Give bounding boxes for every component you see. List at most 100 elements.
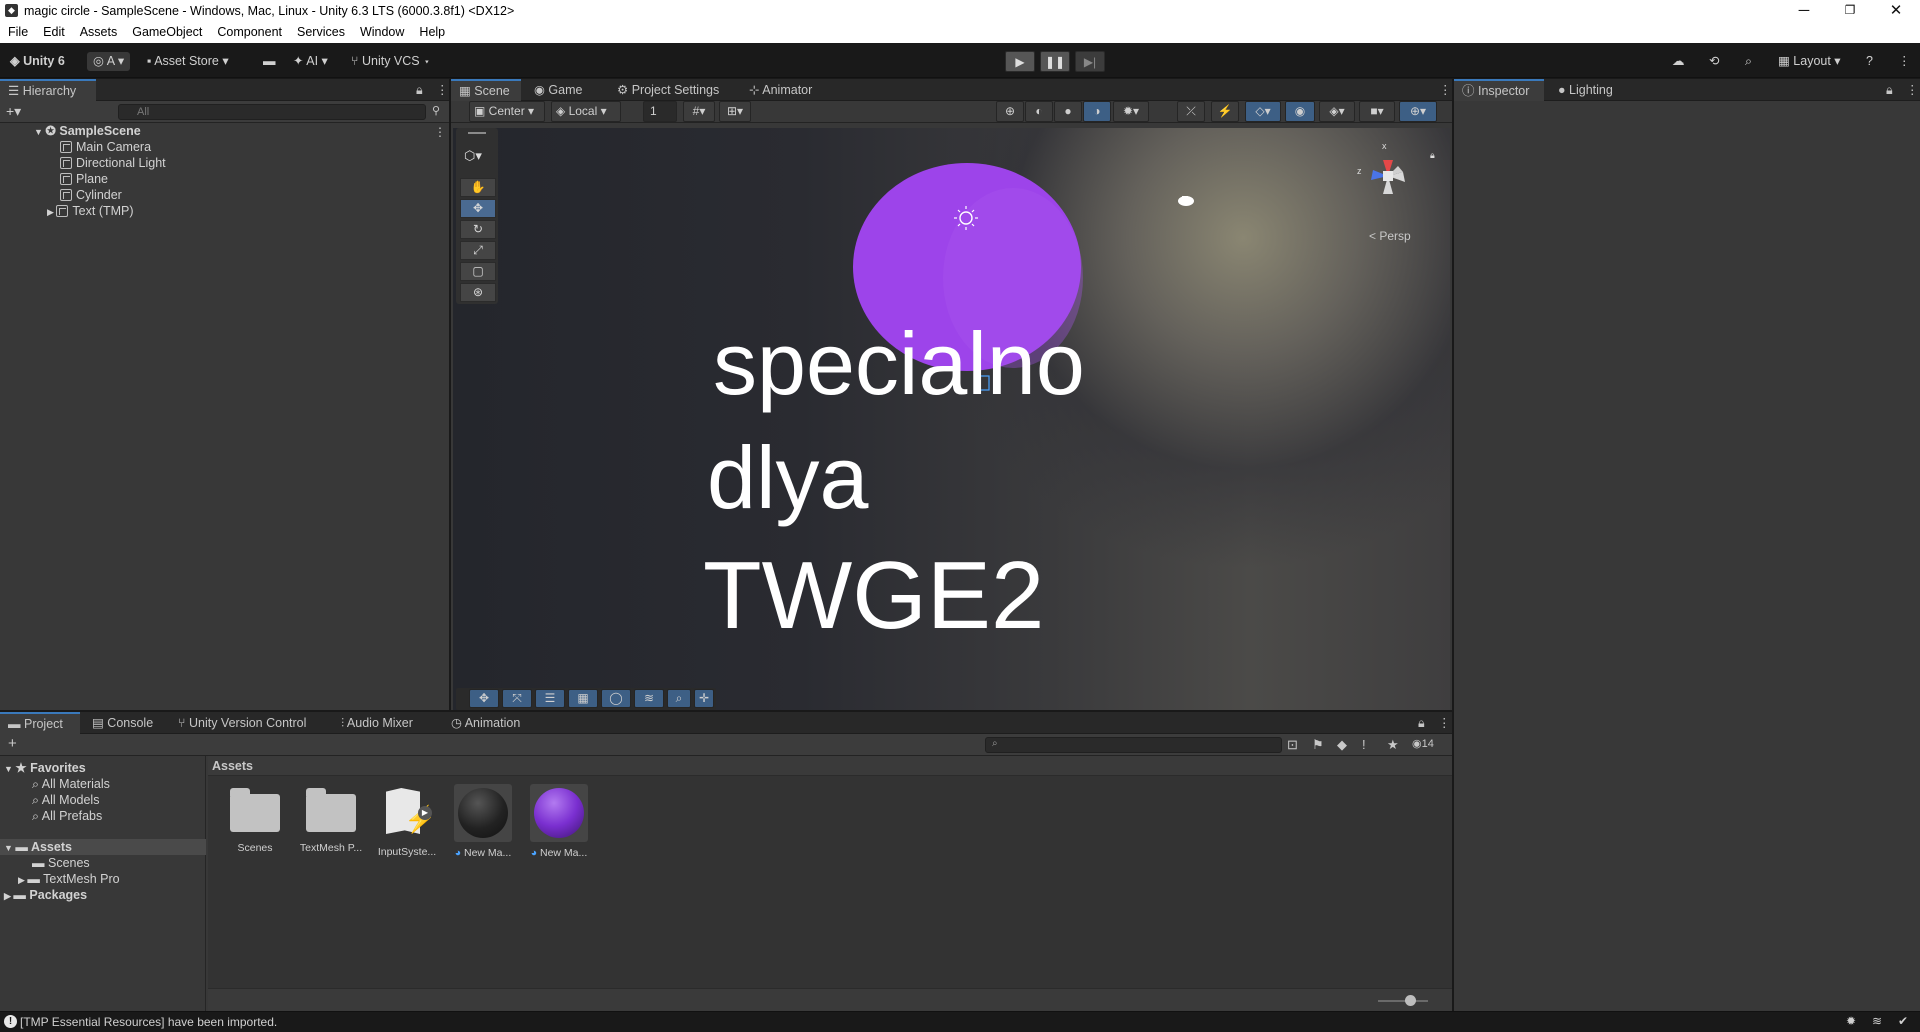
project-search-input[interactable] (985, 737, 1282, 753)
effects-icon[interactable]: ◇▾ (1245, 101, 1281, 122)
overlay-move-icon[interactable]: ✥ (469, 689, 499, 708)
debug-draw-icon[interactable]: ✹▾ (1113, 101, 1149, 122)
check-icon[interactable]: ✔ (1898, 1014, 1908, 1028)
packages-row[interactable]: ▶ ▬ Packages (4, 887, 87, 903)
overlay-pivot-icon[interactable]: ✛ (694, 689, 714, 708)
gizmos-icon[interactable]: ⊕▾ (1399, 101, 1437, 122)
play-button[interactable]: ▶ (1005, 51, 1035, 72)
menu-edit[interactable]: Edit (43, 23, 71, 43)
scene-options-icon[interactable]: ⋮ (434, 125, 446, 139)
shading-solid-icon[interactable]: ● (1054, 101, 1082, 122)
favorite-item[interactable]: ⌕ All Materials (32, 776, 110, 792)
tab-lighting[interactable]: ● Lighting (1550, 79, 1621, 101)
tab-version-control[interactable]: ⑂ Unity Version Control (170, 712, 314, 734)
status-message[interactable]: [TMP Essential Resources] have been impo… (20, 1015, 277, 1029)
filter-type-icon[interactable]: ⚑ (1312, 737, 1324, 753)
overlay-orbit-icon[interactable]: ◯ (601, 689, 631, 708)
transform-tool-icon[interactable]: ⊛ (460, 283, 496, 302)
menu-window[interactable]: Window (360, 23, 410, 43)
overlay-layers-icon[interactable]: ≋ (634, 689, 664, 708)
debug-icon[interactable]: ✹ (1846, 1014, 1856, 1028)
tab-hierarchy[interactable]: ☰ Hierarchy (0, 79, 96, 101)
pivot-mode-dropdown[interactable]: ▣ Center ▾ (469, 101, 545, 122)
hierarchy-item[interactable]: Plane (60, 171, 108, 187)
ai-button[interactable]: ✦ AI ▾ (293, 52, 328, 71)
tab-project-settings[interactable]: ⚙ Project Settings (609, 79, 727, 101)
2d-toggle-icon[interactable]: ⤫ (1177, 101, 1205, 122)
gizmo-lock-icon[interactable]: 🔒︎ (1430, 150, 1435, 161)
cloud-icon[interactable]: ☁ (1672, 52, 1685, 71)
asset-item[interactable]: Scenes (222, 784, 288, 854)
overlay-grid-icon[interactable]: ▦ (568, 689, 598, 708)
hierarchy-search-input[interactable]: All (118, 104, 426, 120)
package-icon[interactable]: ▬ (263, 52, 276, 71)
tab-audio-mixer[interactable]: ⫶ Audio Mixer (333, 712, 421, 734)
grid-snap-icon[interactable]: #▾ (683, 101, 715, 122)
menu-component[interactable]: Component (217, 23, 288, 43)
orientation-icon[interactable]: ⊕ (996, 101, 1024, 122)
rect-tool-icon[interactable]: ▢ (460, 262, 496, 281)
tab-game[interactable]: ◉ Game (526, 79, 590, 101)
grid-size-input[interactable]: 1 (643, 101, 677, 122)
more-icon[interactable]: ⋮ (1430, 712, 1459, 734)
menu-services[interactable]: Services (297, 23, 351, 43)
help-icon[interactable]: ? (1866, 52, 1873, 71)
snap-increment-icon[interactable]: ⊞▾ (719, 101, 751, 122)
vcs-button[interactable]: ⑂ Unity VCS ▾ (351, 52, 431, 71)
tab-animator[interactable]: ⊹ Animator (741, 79, 820, 101)
zoom-slider-handle[interactable] (1405, 995, 1416, 1006)
asset-store-button[interactable]: ▪ Asset Store ▾ (147, 52, 229, 71)
asset-item[interactable]: ◕ New Ma... (526, 784, 592, 859)
add-button[interactable]: +▾ (6, 103, 21, 120)
asset-item[interactable]: TextMesh P... (298, 784, 364, 854)
assets-row[interactable]: ▼ ▬ Assets (0, 839, 206, 855)
account-button[interactable]: ◎ A ▾ (87, 52, 131, 71)
visibility-icon[interactable]: ◉ (1285, 101, 1315, 122)
favorite-item[interactable]: ⌕ All Prefabs (32, 808, 102, 824)
rotate-tool-icon[interactable]: ↻ (460, 220, 496, 239)
orientation-gizmo[interactable]: x z (1353, 140, 1423, 210)
close-button[interactable]: ✕ (1873, 0, 1919, 23)
scene-row[interactable]: ▼ ✪ SampleScene (34, 123, 141, 139)
shading-shaded-icon[interactable]: ◑ (1083, 101, 1111, 122)
folder-item[interactable]: ▬ Scenes (32, 855, 90, 871)
view-cube-icon[interactable]: ⬡▾ (464, 148, 482, 164)
hierarchy-item[interactable]: Main Camera (60, 139, 151, 155)
menu-gameobject[interactable]: GameObject (132, 23, 208, 43)
layers-icon[interactable]: ◈▾ (1319, 101, 1355, 122)
label-icon[interactable]: ◆ (1337, 737, 1347, 753)
tab-scene[interactable]: ▦ Scene (451, 79, 521, 101)
more-icon[interactable]: ⋮ (1898, 52, 1911, 71)
space-mode-dropdown[interactable]: ◈ Local ▾ (551, 101, 621, 122)
favorite-item[interactable]: ⌕ All Models (32, 792, 99, 808)
scene-viewport[interactable]: specialno dlya TWGE2 ⬡▾ ✋ ✥ ↻ ⤢ ▢ ⊛ x z … (453, 128, 1450, 710)
tab-project[interactable]: ▬ Project (0, 712, 80, 734)
hierarchy-item[interactable]: ▶ Text (TMP) (47, 203, 134, 219)
shading-wire-icon[interactable]: ◐ (1025, 101, 1053, 122)
history-icon[interactable]: ⟲ (1709, 52, 1719, 71)
hierarchy-item[interactable]: Directional Light (60, 155, 166, 171)
scale-tool-icon[interactable]: ⤢ (460, 241, 496, 260)
tab-inspector[interactable]: ⓘ Inspector (1454, 79, 1544, 101)
search-filter-icon[interactable]: ⚲ (432, 104, 440, 117)
tab-console[interactable]: ▤ Console (84, 712, 161, 734)
axis-gizmo-icon[interactable] (1353, 140, 1423, 210)
search-icon[interactable]: ⌕ (1745, 52, 1752, 71)
projection-label[interactable]: < Persp (1369, 229, 1411, 243)
step-button[interactable]: ▶| (1075, 51, 1105, 72)
menu-help[interactable]: Help (419, 23, 451, 43)
breadcrumb-assets[interactable]: Assets (212, 759, 253, 773)
favorites-row[interactable]: ▼ ★ Favorites (4, 760, 86, 776)
lighting-toggle-icon[interactable]: ⚡ (1211, 101, 1239, 122)
asset-item[interactable]: ◕ New Ma... (450, 784, 516, 859)
folder-item[interactable]: ▶ ▬ TextMesh Pro (18, 871, 120, 887)
create-button[interactable]: + (8, 735, 17, 752)
pause-button[interactable]: ❚❚ (1040, 51, 1070, 72)
hierarchy-item[interactable]: Cylinder (60, 187, 122, 203)
overlay-search-icon[interactable]: ⌕ (667, 689, 691, 708)
maximize-button[interactable]: ❐ (1827, 0, 1873, 23)
tab-animation[interactable]: ◷ Animation (443, 712, 528, 734)
move-tool-icon[interactable]: ✥ (460, 199, 496, 218)
menu-file[interactable]: File (8, 23, 34, 43)
favorite-star-icon[interactable]: ★ (1387, 737, 1399, 753)
